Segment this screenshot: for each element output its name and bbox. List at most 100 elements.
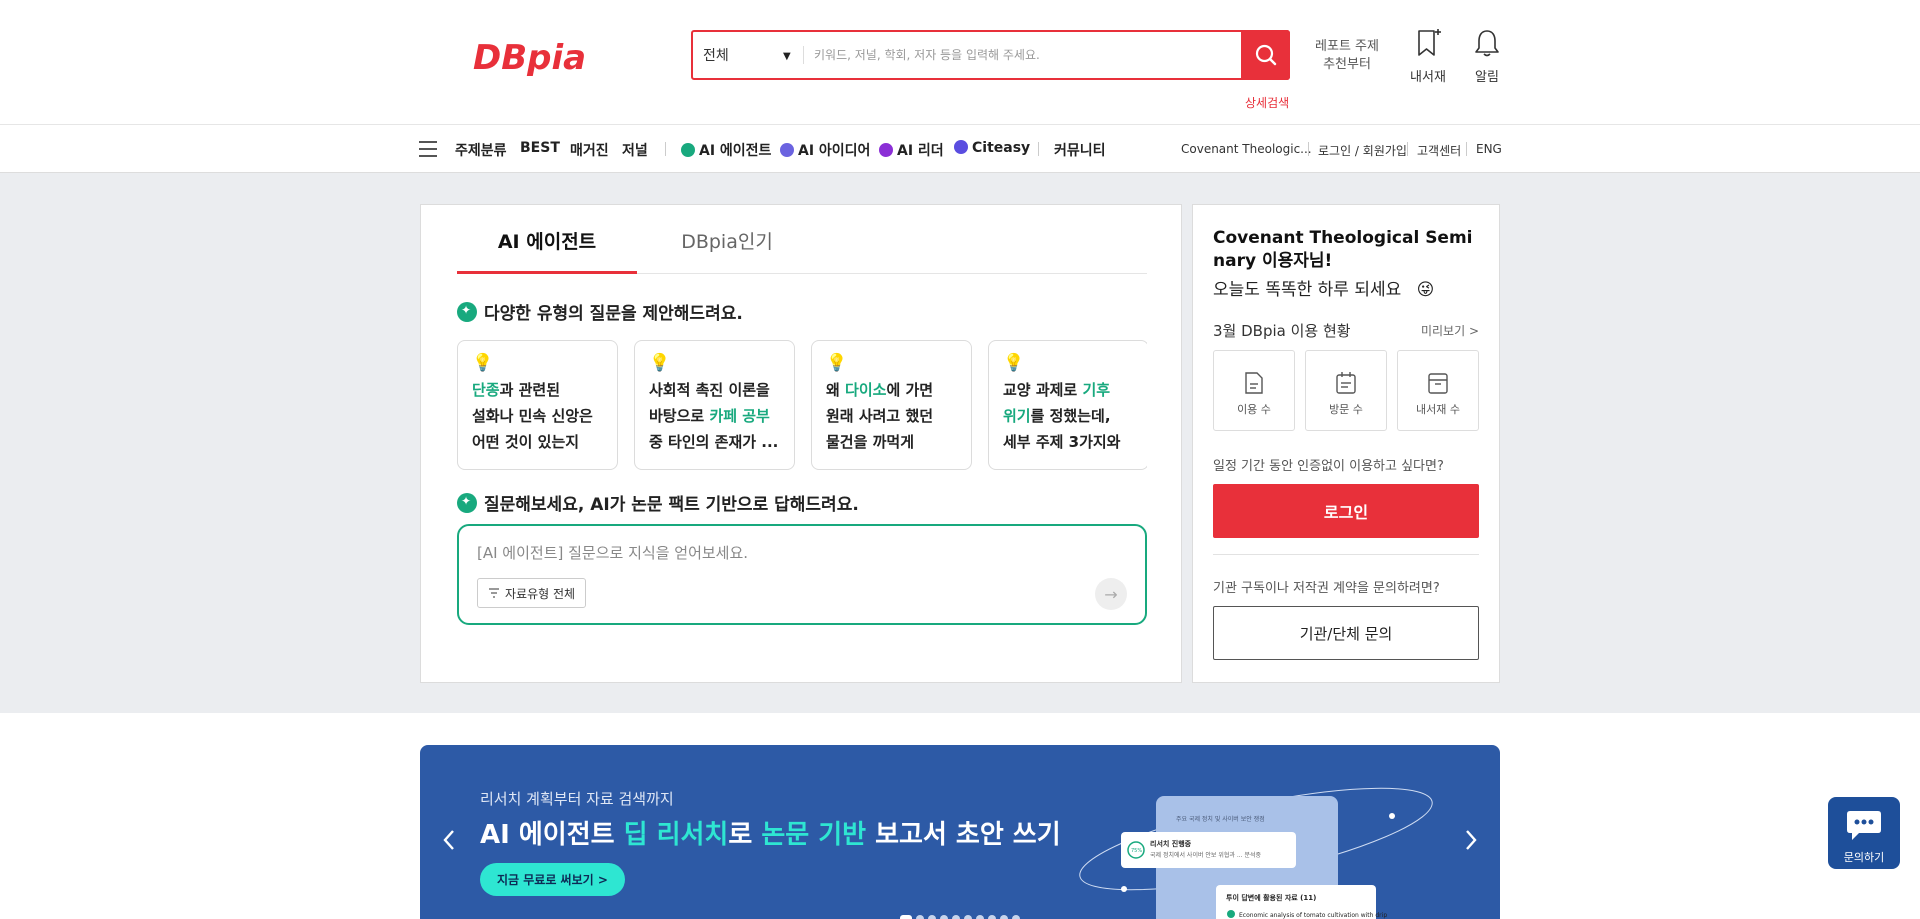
sparkle-icon [457,301,477,322]
tab-dbpia-popular[interactable]: DBpia인기 [637,227,817,254]
search-box: 전체 ▼ [691,30,1290,80]
report-topic-link[interactable]: 레포트 주제 추천부터 [1308,38,1386,74]
question-input-placeholder[interactable]: [AI 에이전트] 질문으로 지식을 얻어보세요. [477,542,748,563]
suggestion-text: 단종과 관련된 설화나 민속 신앙은 어떤 것이 있는지 학술 ... [472,377,603,455]
banner-page-dot[interactable] [928,915,936,919]
card-text-post: 중 타인의 존재가 ... [649,433,779,451]
card-text-pre: 교양 과제로 [1003,381,1083,399]
customer-center-link[interactable]: 고객센터 [1417,142,1461,159]
banner-page-dot[interactable] [900,915,912,919]
nav-item-ai-reader[interactable]: AI 리더 [879,140,944,160]
stat-label: 내서재 수 [1416,403,1460,416]
graphic-text: Economic analysis of tomato cultivation … [1239,912,1387,919]
graphic-text: 투이 답변에 활용된 자료 (11) [1226,893,1316,902]
suggestion-text: 사회적 촉진 이론을 바탕으로 카페 공부 중 타인의 존재가 ... [649,377,780,455]
banner-title-part: AI 에이전트 [480,820,624,850]
bookshelf-button[interactable]: 내서재 [1408,28,1448,85]
banner-cta-button[interactable]: 지금 무료로 써보기 > [480,863,625,896]
banner-page-dot[interactable] [1012,915,1020,919]
banner-page-dot[interactable] [964,915,972,919]
util-separator [1407,142,1408,156]
header: DBpia 전체 ▼ 상세검색 레포트 주제 추천부터 내서재 [0,0,1920,125]
nav-item-magazine[interactable]: 매거진 [570,140,609,160]
banner-illustration: 주요 국제 정치 및 사이버 보안 쟁점 75% 리서치 진행중 국제 정치에서… [1076,769,1436,919]
chat-bubble-icon [1847,811,1881,840]
nav-ai-agent-label: AI 에이전트 [699,143,772,159]
nav-item-community[interactable]: 커뮤니티 [1054,140,1106,160]
nav-item-citeasy[interactable]: Citeasy [954,140,1030,156]
chat-inquiry-button[interactable]: 문의하기 [1828,797,1900,869]
active-tab-indicator [457,271,637,274]
banner-next-button[interactable] [1464,828,1478,859]
banner-title-highlight: 논문 기반 [761,820,867,850]
nav-separator [1038,142,1039,156]
nav-item-best[interactable]: BEST [520,140,560,156]
login-button[interactable]: 로그인 [1213,484,1479,538]
search-input[interactable] [814,41,1254,69]
banner-prev-button[interactable] [442,828,456,859]
hamburger-menu-icon[interactable] [419,141,437,157]
svg-text:주요 국제 정치 및 사이버 보안 쟁점: 주요 국제 정치 및 사이버 보안 쟁점 [1176,815,1265,823]
card-text-pre: 왜 [826,381,846,399]
banner-page-dot[interactable] [952,915,960,919]
nav-item-journal[interactable]: 저널 [622,140,648,160]
user-panel: Covenant Theological Seminary 이용자님! 오늘도 … [1192,204,1500,683]
bookmark-plus-icon [1418,29,1441,56]
ask-heading: 질문해보세요, AI가 논문 팩트 기반으로 답해드려요. [457,490,859,515]
util-separator [1308,142,1309,156]
citeasy-icon [954,140,968,154]
suggestion-card[interactable]: 💡 교양 과제로 기후 위기를 정했는데, 세부 주제 3가지와 ... [988,340,1147,470]
nav-separator [665,142,666,156]
util-separator [1466,142,1467,156]
graphic-text: 국제 정치에서 사이버 안보 위협과 ... 분석중 [1150,851,1261,859]
usage-preview-link[interactable]: 미리보기 > [1421,322,1479,339]
advanced-search-link[interactable]: 상세검색 [1245,94,1289,111]
dbpia-logo[interactable]: DBpia [473,36,648,78]
banner-page-dot[interactable] [916,915,924,919]
org-inquiry-button[interactable]: 기관/단체 문의 [1213,606,1479,660]
nav-item-ai-agent[interactable]: AI 에이전트 [681,140,771,160]
svg-text:DBpia: DBpia [473,38,586,76]
banner-page-dot[interactable] [1000,915,1008,919]
report-link-line-2: 추천부터 [1323,57,1371,72]
banner-page-dot[interactable] [940,915,948,919]
banner-page-dot[interactable] [976,915,984,919]
banner-title: AI 에이전트 딥 리서치로 논문 기반 보고서 초안 쓰기 [480,814,1061,851]
usage-title: 3월 DBpia 이용 현황 [1213,322,1351,340]
card-keyword: 카페 공부 [709,407,770,425]
banner-title-highlight: 딥 리서치 [623,820,729,850]
english-link[interactable]: ENG [1476,142,1502,156]
alarm-button[interactable]: 알림 [1467,28,1507,85]
login-signup-link[interactable]: 로그인 / 회원가입 [1318,142,1407,159]
report-link-line-1: 레포트 주제 [1315,39,1379,54]
greeting-text: 오늘도 똑똑한 하루 되세요 [1213,280,1402,300]
promo-banner: 리서치 계획부터 자료 검색까지 AI 에이전트 딥 리서치로 논문 기반 보고… [420,745,1500,919]
suggestion-cards: 💡 단종과 관련된 설화나 민속 신앙은 어떤 것이 있는지 학술 ... 💡 … [457,340,1147,470]
nav-item-subject[interactable]: 주제분류 [455,140,507,160]
suggestion-card[interactable]: 💡 사회적 촉진 이론을 바탕으로 카페 공부 중 타인의 존재가 ... [634,340,795,470]
ai-question-box[interactable]: [AI 에이전트] 질문으로 지식을 얻어보세요. 자료유형 전체 → [457,524,1147,625]
banner-title-part: 보고서 초안 쓰기 [866,820,1061,850]
lightbulb-icon: 💡 [1003,353,1025,373]
ask-heading-text: 질문해보세요, AI가 논문 팩트 기반으로 답해드려요. [484,495,859,515]
card-keyword: 단종 [472,381,500,399]
nav-citeasy-label: Citeasy [972,140,1031,156]
nav-ai-idea-label: AI 아이디어 [798,143,871,159]
bookshelf-label: 내서재 [1410,70,1446,85]
tab-ai-agent[interactable]: AI 에이전트 [457,227,637,254]
divider [1213,554,1479,555]
calendar-icon [1336,372,1356,394]
nav-item-ai-idea[interactable]: AI 아이디어 [780,140,870,160]
caret-down-icon: ▼ [783,51,791,62]
document-type-filter-button[interactable]: 자료유형 전체 [477,578,587,608]
stat-bookshelf-count: 내서재 수 [1397,350,1479,431]
graphic-percent: 75% [1131,848,1142,854]
suggestion-card[interactable]: 💡 왜 다이소에 가면 원래 사려고 했던 물건을 까먹게 되는지... [811,340,972,470]
main-nav: 주제분류 BEST 매거진 저널 AI 에이전트 AI 아이디어 AI 리더 C… [0,125,1920,173]
suggestion-card[interactable]: 💡 단종과 관련된 설화나 민속 신앙은 어떤 것이 있는지 학술 ... [457,340,618,470]
search-icon [1255,44,1276,66]
search-button[interactable] [1241,30,1290,80]
institution-link[interactable]: Covenant Theologic... [1181,142,1312,156]
banner-page-dot[interactable] [988,915,996,919]
send-question-button[interactable]: → [1095,578,1127,610]
